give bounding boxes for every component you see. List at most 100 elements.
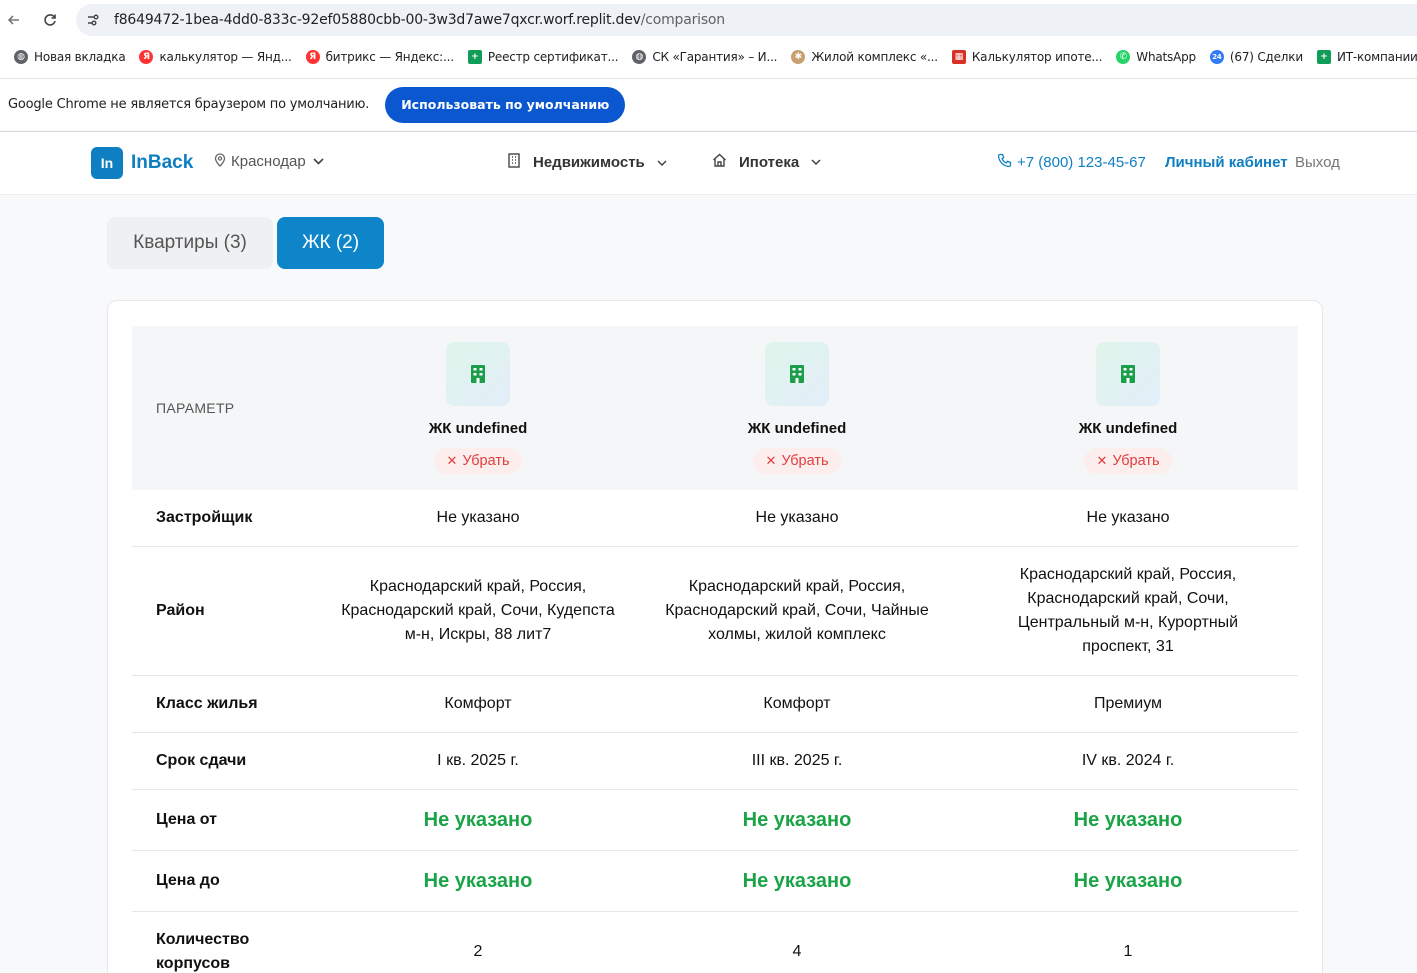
table-cell: IV кв. 2024 г.	[1081, 752, 1175, 769]
bitrix-icon: 24	[1209, 50, 1224, 64]
city-label: Краснодар	[231, 153, 306, 170]
infobar-text: Google Chrome не является браузером по у…	[8, 97, 370, 112]
row-divider	[132, 675, 1298, 676]
param-column-header: ПАРАМЕТР	[156, 400, 235, 416]
row-divider	[132, 789, 1298, 790]
close-icon: ✕	[446, 453, 458, 468]
bookmark-calculator-yandex[interactable]: Якалькулятор — Янд...	[139, 50, 292, 64]
remove-button[interactable]: ✕ Убрать	[434, 448, 522, 474]
remove-button[interactable]: ✕ Убрать	[753, 448, 841, 474]
site-info-icon[interactable]	[82, 9, 104, 31]
price-cell: Не указано	[423, 870, 533, 892]
price-cell: Не указано	[423, 809, 533, 831]
table-cell: 4	[792, 943, 802, 960]
phone-link[interactable]: +7 (800) 123-45-67	[997, 153, 1146, 172]
phone-icon	[997, 153, 1012, 172]
table-cell: 2	[473, 943, 483, 960]
table-cell: Не указано	[436, 509, 520, 526]
menu-label: Недвижимость	[533, 154, 645, 171]
address-bar[interactable]: f8649472-1bea-4dd0-833c-92ef05880cbb-00-…	[76, 4, 1417, 36]
tab-complexes[interactable]: ЖК (2)	[277, 217, 384, 269]
row-label-housing-class: Класс жилья	[156, 695, 258, 712]
row-divider	[132, 911, 1298, 912]
menu-label: Ипотека	[739, 153, 800, 171]
shell-icon: ✱	[791, 50, 806, 64]
remove-button[interactable]: ✕ Убрать	[1084, 448, 1172, 474]
bookmark-residential-complex[interactable]: ✱ Жилой комплекс «...	[791, 50, 938, 64]
bookmark-label: (67) Сделки	[1229, 50, 1303, 64]
menu-mortgage[interactable]: Ипотека	[712, 153, 821, 171]
tab-apartments[interactable]: Квартиры (3)	[107, 217, 273, 269]
row-label-district: Район	[156, 602, 205, 619]
bookmark-whatsapp[interactable]: ✆ WhatsApp	[1116, 50, 1196, 64]
bookmark-label: Новая вкладка	[34, 50, 126, 64]
bookmark-bitrix-yandex[interactable]: Ябитрикс — Яндекс:...	[305, 50, 454, 64]
bookmark-it-companies[interactable]: + ИТ-компании пере...	[1316, 50, 1417, 64]
complex-title: ЖК undefined	[1078, 420, 1178, 437]
chevron-down-icon	[811, 156, 821, 168]
table-cell: Премиум	[1093, 695, 1163, 712]
complex-column-header: ЖК undefined ✕ Убрать	[368, 342, 588, 474]
home-icon	[712, 153, 727, 171]
complex-title: ЖК undefined	[428, 420, 528, 437]
row-label-completion-date: Срок сдачи	[156, 752, 247, 769]
chevron-down-icon	[657, 157, 667, 169]
city-selector[interactable]: Краснодар	[214, 153, 324, 170]
bookmark-sk-garantia[interactable]: ◍ СК «Гарантия» – И...	[632, 50, 778, 64]
bookmark-new-tab[interactable]: ◍ Новая вкладка	[14, 50, 126, 64]
bookmarks-bar: ◍ Новая вкладка Якалькулятор — Янд... Яби…	[0, 44, 1417, 70]
bookmark-label: калькулятор — Янд...	[159, 50, 292, 64]
bookmark-label: ИТ-компании пере...	[1336, 50, 1417, 64]
price-cell: Не указано	[1073, 870, 1183, 892]
close-icon: ✕	[1096, 453, 1108, 468]
table-cell: Краснодарский край, Россия, Краснодарски…	[341, 578, 615, 643]
row-divider	[132, 850, 1298, 851]
reload-icon[interactable]	[36, 6, 64, 34]
logout-link[interactable]: Выход	[1295, 154, 1340, 171]
bookmark-label: Реестр сертификат...	[487, 50, 619, 64]
complex-title: ЖК undefined	[747, 420, 847, 437]
yandex-icon: Я	[305, 50, 320, 64]
url-host: f8649472-1bea-4dd0-833c-92ef05880cbb-00-…	[114, 12, 641, 28]
price-cell: Не указано	[742, 870, 852, 892]
close-icon: ✕	[765, 453, 777, 468]
row-label-price-to: Цена до	[156, 872, 220, 889]
table-cell: Краснодарский край, Россия, Краснодарски…	[665, 578, 929, 643]
chevron-down-icon	[313, 156, 324, 168]
back-arrow-icon[interactable]	[0, 6, 28, 34]
personal-account-link[interactable]: Личный кабинет	[1165, 154, 1288, 171]
table-cell: I кв. 2025 г.	[437, 752, 519, 769]
menu-real-estate[interactable]: Недвижимость	[507, 153, 667, 172]
sheets-icon: +	[467, 50, 482, 64]
sheets-icon: +	[1316, 50, 1331, 64]
building-icon	[446, 342, 510, 406]
bookmark-deals[interactable]: 24 (67) Сделки	[1209, 50, 1303, 64]
bookmark-label: битрикс — Яндекс:...	[325, 50, 454, 64]
url-path: /comparison	[640, 12, 725, 28]
row-divider	[132, 732, 1298, 733]
building-icon	[507, 153, 521, 172]
table-cell: III кв. 2025 г.	[751, 752, 843, 769]
remove-label: Убрать	[1112, 453, 1160, 469]
complex-column-header: ЖК undefined ✕ Убрать	[687, 342, 907, 474]
remove-label: Убрать	[781, 453, 829, 469]
price-cell: Не указано	[742, 809, 852, 831]
bookmark-mortgage-calculator[interactable]: ▦ Калькулятор ипоте...	[951, 50, 1103, 64]
bookmark-certificate-registry[interactable]: + Реестр сертификат...	[467, 50, 619, 64]
table-cell: Комфорт	[444, 695, 512, 712]
globe-icon: ◍	[632, 50, 647, 64]
location-pin-icon	[214, 153, 226, 170]
table-cell: 1	[1123, 943, 1133, 960]
row-divider	[132, 546, 1298, 547]
bookmark-label: Калькулятор ипоте...	[971, 50, 1103, 64]
complex-column-header: ЖК undefined ✕ Убрать	[1018, 342, 1238, 474]
remove-label: Убрать	[462, 453, 510, 469]
set-default-button[interactable]: Использовать по умолчанию	[385, 86, 626, 123]
url-text: f8649472-1bea-4dd0-833c-92ef05880cbb-00-…	[114, 12, 725, 28]
logo-mark: In	[91, 147, 123, 179]
bookmark-label: WhatsApp	[1136, 50, 1196, 64]
logo[interactable]: In InBack	[91, 147, 193, 179]
default-browser-infobar: Google Chrome не является браузером по у…	[0, 78, 1417, 130]
row-label-building-count: Количество корпусов	[156, 931, 250, 972]
building-icon	[1096, 342, 1160, 406]
